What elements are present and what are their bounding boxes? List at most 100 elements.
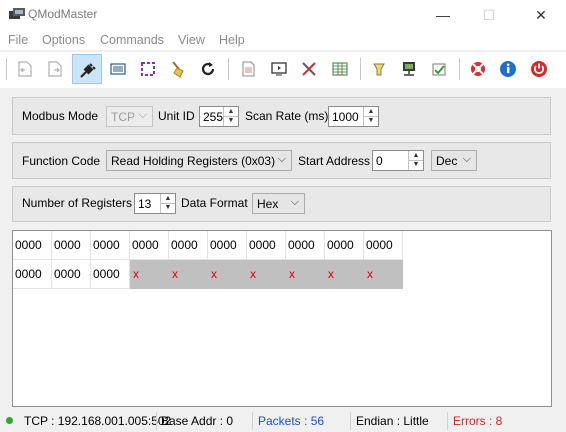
- spin-down-icon[interactable]: ▼: [224, 116, 238, 125]
- address-format-value: Dec: [436, 154, 458, 168]
- register-cell[interactable]: 0000: [130, 231, 169, 260]
- register-cell[interactable]: 0000: [13, 260, 52, 289]
- num-registers-label: Number of Registers: [22, 196, 133, 210]
- registers-table-button[interactable]: [325, 54, 355, 84]
- num-registers-value: 13: [138, 197, 152, 211]
- scan-rate-spinbox[interactable]: 1000 ▲ ▼: [328, 106, 379, 127]
- register-cell[interactable]: 0000: [169, 231, 208, 260]
- bus-monitor-button[interactable]: [233, 54, 263, 84]
- register-cell[interactable]: x: [286, 260, 325, 289]
- about-info-icon: [500, 61, 516, 77]
- register-cell[interactable]: 0000: [52, 231, 91, 260]
- register-cell[interactable]: x: [325, 260, 364, 289]
- connection-status: TCP : 192.168.001.005:502: [24, 414, 172, 428]
- status-separator: [156, 412, 157, 430]
- modbus-tcp-button[interactable]: [394, 54, 424, 84]
- scan-button[interactable]: [133, 54, 163, 84]
- register-cell[interactable]: 0000: [325, 231, 364, 260]
- spin-down-icon[interactable]: ▼: [364, 116, 378, 125]
- bus-monitor-icon: [242, 61, 255, 77]
- exit-power-icon: [531, 61, 547, 77]
- modbus-rtu-button[interactable]: [364, 54, 394, 84]
- errors-status: Errors : 8: [453, 414, 503, 428]
- read-write-icon: [110, 63, 126, 75]
- modbus-rtu-icon: [373, 63, 385, 76]
- menu-file[interactable]: File: [8, 33, 28, 47]
- register-cell[interactable]: 0000: [208, 231, 247, 260]
- chevron-down-icon: ⌵: [277, 153, 286, 165]
- modbus-mode-value: TCP: [111, 110, 135, 124]
- save-session-button[interactable]: [40, 54, 70, 84]
- chevron-down-icon: ⌵: [138, 109, 147, 121]
- base-address-status: Base Addr : 0: [161, 414, 234, 428]
- maximize-button[interactable]: ☐: [466, 0, 512, 30]
- menu-help[interactable]: Help: [219, 33, 245, 47]
- register-cell[interactable]: 0000: [247, 231, 286, 260]
- connect-plug-icon: [80, 63, 96, 78]
- modbus-mode-label: Modbus Mode: [22, 109, 99, 123]
- data-format-select[interactable]: Hex ⌵: [252, 193, 305, 214]
- settings-icon: [432, 63, 446, 76]
- connect-button[interactable]: [72, 54, 102, 84]
- tools-button[interactable]: [294, 54, 324, 84]
- start-address-spinbox[interactable]: 0 ▲ ▼: [372, 150, 424, 171]
- toolbar-separator: [459, 58, 460, 80]
- read-write-button[interactable]: [103, 54, 133, 84]
- load-session-button[interactable]: [10, 54, 40, 84]
- spin-down-icon[interactable]: ▼: [409, 160, 423, 169]
- unit-id-value: 255: [203, 110, 224, 124]
- start-address-value: 0: [376, 154, 383, 168]
- register-cell[interactable]: 0000: [52, 260, 91, 289]
- help-button[interactable]: [463, 54, 493, 84]
- modbus-tcp-icon: [403, 62, 415, 76]
- function-code-select[interactable]: Read Holding Registers (0x03) ⌵: [106, 150, 292, 171]
- register-cell[interactable]: 0000: [91, 231, 130, 260]
- registers-table: 0000 0000 0000 0000 0000 0000 0000 0000 0000 0000…: [12, 230, 552, 407]
- modbus-mode-select[interactable]: TCP ⌵: [106, 106, 153, 127]
- window-title: QModMaster: [28, 7, 98, 21]
- register-cell[interactable]: x: [247, 260, 286, 289]
- menu-view[interactable]: View: [178, 33, 205, 47]
- scan-icon: [141, 62, 155, 76]
- minimize-button[interactable]: —: [420, 0, 466, 30]
- num-registers-spinbox[interactable]: 13 ▲ ▼: [134, 193, 176, 214]
- register-cell[interactable]: 0000: [13, 231, 52, 260]
- tools-icon: [302, 62, 316, 76]
- exit-button[interactable]: [524, 54, 554, 84]
- modbus-monitor-icon: [271, 62, 287, 76]
- unit-id-label: Unit ID: [158, 109, 195, 123]
- about-button[interactable]: [493, 54, 523, 84]
- register-cell[interactable]: 0000: [286, 231, 325, 260]
- spin-down-icon[interactable]: ▼: [161, 203, 175, 212]
- endian-status: Endian : Little: [356, 414, 429, 428]
- packets-status: Packets : 56: [258, 414, 325, 428]
- menu-commands[interactable]: Commands: [100, 33, 164, 47]
- chevron-down-icon: ⌵: [462, 153, 471, 165]
- toolbar-separator: [360, 58, 361, 80]
- unit-id-spinbox[interactable]: 255 ▲ ▼: [199, 106, 239, 127]
- status-separator: [252, 412, 253, 430]
- register-cell[interactable]: x: [364, 260, 403, 289]
- clear-broom-icon: [172, 61, 184, 78]
- menu-options[interactable]: Options: [42, 33, 85, 47]
- modbus-monitor-button[interactable]: [264, 54, 294, 84]
- registers-table-icon: [332, 62, 348, 76]
- scan-rate-value: 1000: [332, 110, 359, 124]
- scan-rate-label: Scan Rate (ms): [245, 109, 329, 123]
- settings-button[interactable]: [424, 54, 454, 84]
- register-cell[interactable]: 0000: [91, 260, 130, 289]
- clear-button[interactable]: [163, 54, 193, 84]
- status-separator: [447, 412, 448, 430]
- data-format-label: Data Format: [181, 196, 248, 210]
- close-button[interactable]: ✕: [516, 0, 566, 30]
- register-cell[interactable]: 0000: [364, 231, 403, 260]
- chevron-down-icon: ⌵: [290, 196, 299, 208]
- register-cell[interactable]: x: [169, 260, 208, 289]
- address-format-select[interactable]: Dec ⌵: [431, 150, 477, 171]
- register-cell[interactable]: x: [130, 260, 169, 289]
- data-format-value: Hex: [257, 197, 279, 211]
- reset-button[interactable]: [193, 54, 223, 84]
- register-cell[interactable]: x: [208, 260, 247, 289]
- save-session-icon: [48, 61, 62, 77]
- toolbar-separator: [228, 58, 229, 80]
